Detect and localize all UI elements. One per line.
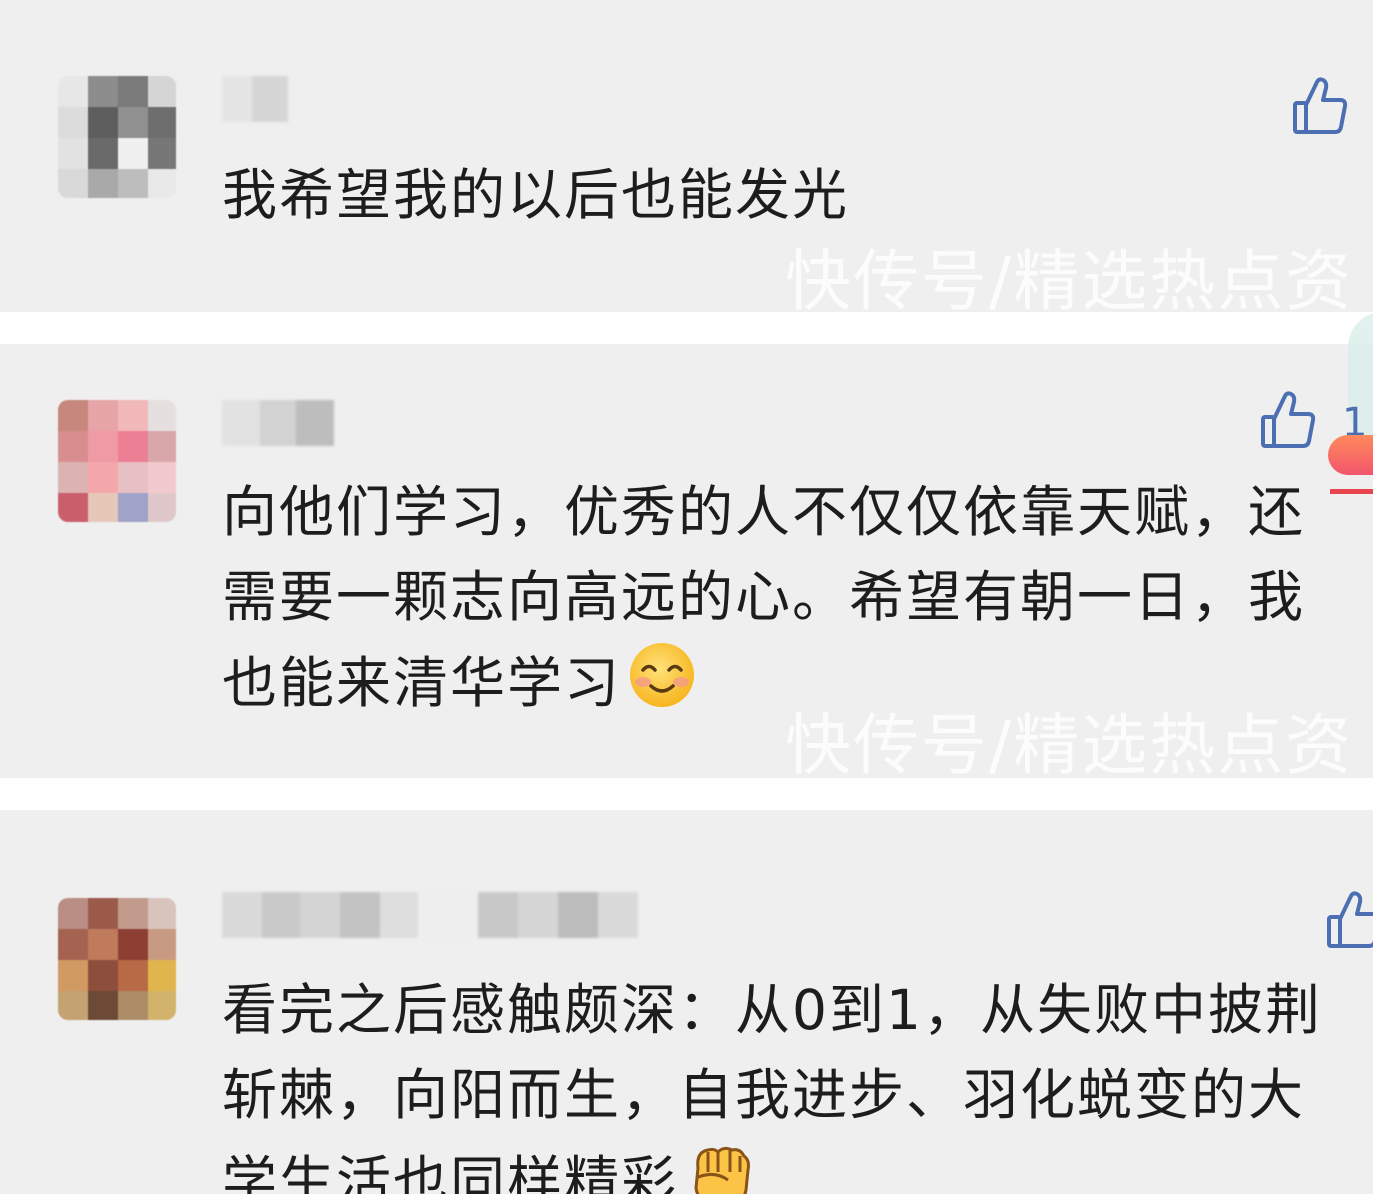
avatar[interactable] — [58, 400, 176, 522]
thumbs-up-icon — [1327, 891, 1373, 948]
thumbs-up-icon — [1293, 77, 1348, 134]
comment-text: 看完之后感触颇深：从0到1，从失败中披荆 斩棘，向阳而生，自我进步、羽化蜕变的大… — [222, 968, 1373, 1194]
comment-item[interactable]: 看完之后感触颇深：从0到1，从失败中披荆 斩棘，向阳而生，自我进步、羽化蜕变的大… — [0, 810, 1373, 1194]
username[interactable] — [222, 76, 292, 128]
thumbs-up-icon — [1261, 391, 1316, 448]
watermark: 快传号/精选热点资 — [785, 243, 1354, 312]
floating-action-pill[interactable] — [1328, 435, 1373, 475]
red-underline — [1330, 489, 1373, 494]
avatar[interactable] — [58, 76, 176, 198]
username[interactable] — [222, 400, 337, 452]
comment-text: 我希望我的以后也能发光 — [222, 163, 850, 227]
comment-text-body: 看完之后感触颇深：从0到1，从失败中披荆 斩棘，向阳而生，自我进步、羽化蜕变的大… — [222, 978, 1322, 1194]
comment-text-body: 向他们学习，优秀的人不仅仅依靠天赋，还 需要一颗志向高远的心。希望有朝一日，我 … — [222, 480, 1306, 716]
comment-item[interactable]: 我希望我的以后也能发光 快传号/精选热点资 — [0, 0, 1373, 312]
fist-emoji — [684, 1138, 756, 1194]
comment-list: 我希望我的以后也能发光 快传号/精选热点资 向他们学习，优秀的人不仅仅依靠天赋，… — [0, 0, 1373, 1194]
like-button[interactable] — [1260, 390, 1316, 450]
like-button[interactable] — [1326, 890, 1373, 950]
like-button[interactable] — [1292, 76, 1348, 136]
watermark: 快传号/精选热点资 — [785, 707, 1354, 778]
avatar[interactable] — [58, 898, 176, 1020]
comment-item[interactable]: 向他们学习，优秀的人不仅仅依靠天赋，还 需要一颗志向高远的心。希望有朝一日，我 … — [0, 344, 1373, 778]
username[interactable] — [222, 892, 672, 944]
smiling-face-emoji — [627, 640, 697, 734]
